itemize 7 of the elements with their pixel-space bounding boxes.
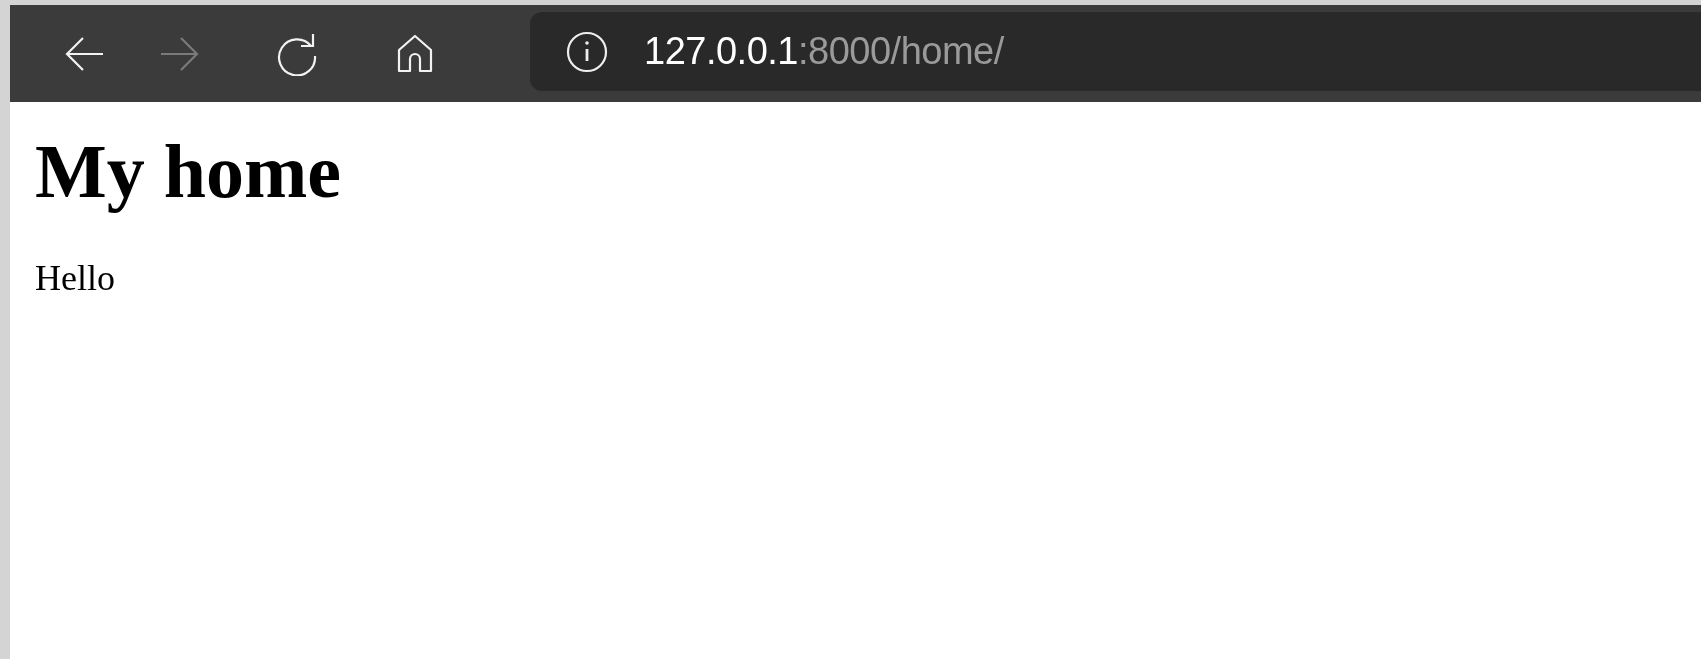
url-text: 127.0.0.1:8000/home/ xyxy=(644,30,1004,73)
address-bar[interactable]: 127.0.0.1:8000/home/ xyxy=(530,12,1701,91)
page-heading: My home xyxy=(35,128,343,215)
reload-icon xyxy=(275,31,319,76)
paragraph-text: Hello xyxy=(35,257,116,300)
home-icon xyxy=(395,32,435,75)
info-icon xyxy=(566,30,608,73)
